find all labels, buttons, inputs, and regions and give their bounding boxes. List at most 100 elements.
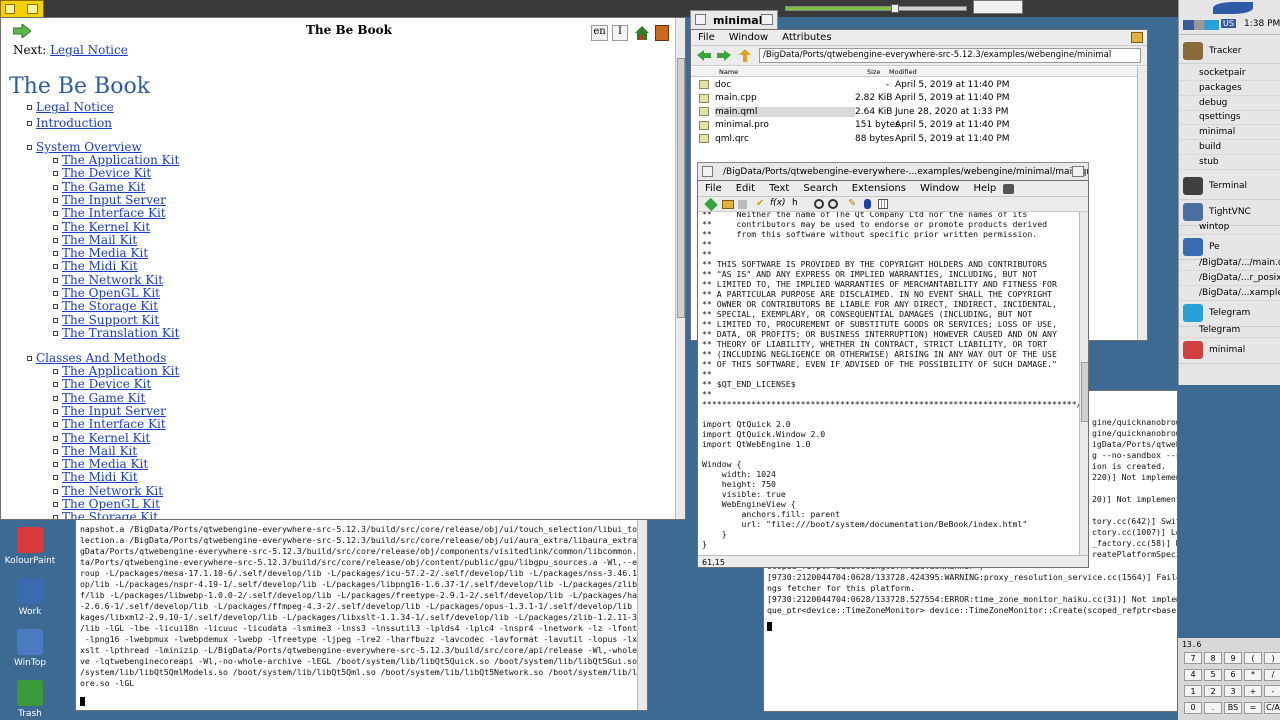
toc-classes-item[interactable]: The Mail Kit (62, 444, 137, 458)
pe-tab[interactable]: /BigData/Ports/qtwebengine-everywhere-..… (697, 162, 1089, 182)
pe-scrollbar[interactable] (1079, 212, 1088, 555)
bebook-scrollbar[interactable] (675, 18, 685, 519)
user-icon[interactable] (864, 199, 871, 209)
calc-key[interactable]: ( (1244, 652, 1262, 664)
toc-classes-item[interactable]: The Kernel Kit (62, 431, 150, 445)
menu-help[interactable]: Help (966, 183, 1003, 194)
toc-classes-item[interactable]: The Network Kit (62, 484, 163, 498)
calc-key[interactable]: = (1244, 701, 1262, 714)
toc-introduction[interactable]: Introduction (36, 116, 112, 130)
toc-system-overview-item[interactable]: The Support Kit (62, 313, 159, 327)
deskbar-window-item[interactable]: /BigData/...r_posix.cc (1179, 271, 1280, 287)
book-icon[interactable] (655, 25, 669, 41)
zoom-box[interactable] (761, 14, 773, 25)
calc-key[interactable]: 9 (1224, 652, 1242, 664)
calc-key[interactable]: 6 (1224, 668, 1242, 681)
toc-system-overview-item[interactable]: The Network Kit (62, 273, 163, 287)
menu-window[interactable]: Window (913, 183, 966, 194)
check-icon[interactable]: ✔ (756, 198, 764, 209)
col-size[interactable]: Size (867, 68, 880, 76)
function-icon[interactable]: f(x) (770, 198, 786, 208)
desktop-icon[interactable]: WinTop (0, 629, 60, 668)
toc-system-overview-item[interactable]: The Kernel Kit (62, 220, 150, 234)
deskbar-window-item[interactable]: build (1179, 140, 1280, 155)
forward-arrow-icon[interactable] (12, 22, 32, 40)
deskbar-window-item[interactable]: debug (1179, 96, 1280, 111)
toc-system-overview-item[interactable]: The Device Kit (62, 166, 151, 180)
toc-system-overview-item[interactable]: The Translation Kit (62, 326, 179, 340)
extensions-icon[interactable] (1003, 183, 1015, 194)
col-modified[interactable]: Modified (889, 68, 917, 76)
nav-icon[interactable] (704, 197, 718, 212)
calc-key[interactable]: - (1264, 685, 1280, 697)
deskbar-window-item[interactable]: stub (1179, 155, 1280, 170)
pe-editor[interactable]: ** Neither the name of The Qt Company Lt… (698, 212, 1080, 555)
lang-indicator[interactable]: US (1221, 19, 1236, 28)
toc-system-overview-item[interactable]: The Storage Kit (62, 299, 158, 313)
haiku-leaf-icon[interactable] (1213, 2, 1253, 14)
zoom-box[interactable] (1072, 166, 1084, 177)
calc-key[interactable]: . (1204, 701, 1222, 714)
calc-key[interactable]: ) (1264, 652, 1280, 664)
next-link[interactable]: Legal Notice (50, 43, 128, 57)
back-arrow-icon[interactable] (697, 50, 711, 64)
toc-classes-item[interactable]: The Interface Kit (62, 417, 166, 431)
file-row[interactable]: qml.qrc 88 bytes April 5, 2019 at 11:40 … (691, 132, 1137, 145)
toc-classes-item[interactable]: The Storage Kit (62, 510, 158, 519)
open-icon[interactable] (722, 200, 734, 209)
save-icon[interactable] (738, 200, 747, 209)
tracker-tab[interactable]: minimal (690, 10, 778, 30)
calc-key[interactable]: 4 (1184, 668, 1202, 681)
lang-button[interactable]: en (591, 25, 608, 41)
find-icon[interactable] (814, 199, 824, 209)
toc-system-overview-item[interactable]: The Interface Kit (62, 206, 166, 220)
forward-arrow-icon[interactable] (717, 50, 731, 64)
scroll-thumb[interactable] (1081, 362, 1088, 422)
menu-search[interactable]: Search (796, 183, 844, 194)
toc-classes-and-methods[interactable]: Classes And Methods (36, 351, 166, 365)
path-field[interactable]: /BigData/Ports/qtwebengine-everywhere-sr… (759, 48, 1141, 63)
desktop-icon[interactable]: Work (0, 578, 60, 617)
toc-classes-item[interactable]: The OpenGL Kit (62, 497, 160, 511)
menu-window[interactable]: Window (722, 32, 775, 43)
calc-key[interactable]: 5 (1204, 668, 1222, 681)
calc-key[interactable]: / (1264, 668, 1280, 681)
toc-classes-item[interactable]: The Device Kit (62, 377, 151, 391)
toc-system-overview-item[interactable]: The Mail Kit (62, 233, 137, 247)
menu-edit[interactable]: Edit (729, 183, 762, 194)
deskbar-window-item[interactable]: qsettings (1179, 110, 1280, 126)
scroll-thumb[interactable] (677, 58, 685, 318)
toc-system-overview-item[interactable]: The OpenGL Kit (62, 286, 160, 300)
deskbar-window-item[interactable]: /BigData/...xample.c (1179, 286, 1280, 301)
calc-key[interactable]: 1 (1184, 685, 1202, 697)
zoom-box[interactable] (27, 4, 38, 14)
close-box[interactable] (5, 4, 15, 14)
deskbar-window-item[interactable]: minimal (1179, 125, 1280, 141)
deskbar-app[interactable]: minimal (1179, 338, 1280, 364)
deskbar-window-item[interactable]: wintop (1179, 220, 1280, 235)
file-row[interactable]: main.cpp 2.82 KiB April 5, 2019 at 11:40… (691, 92, 1137, 105)
menu-file[interactable]: File (691, 32, 722, 43)
workspaces-applet[interactable] (973, 0, 1023, 14)
file-row[interactable]: minimal.pro 151 bytes April 5, 2019 at 1… (691, 119, 1137, 132)
deskbar-window-item[interactable]: Telegram (1179, 323, 1280, 338)
close-box[interactable] (695, 14, 706, 25)
tracker-scrollbar[interactable] (1137, 67, 1147, 340)
toc-system-overview[interactable]: System Overview (36, 140, 142, 154)
volume-slider[interactable] (785, 4, 967, 13)
toc-classes-item[interactable]: The Input Server (62, 404, 166, 418)
header-icon[interactable]: h (792, 198, 798, 208)
col-name[interactable]: Name (719, 68, 738, 76)
window-tab-bebook[interactable] (0, 0, 44, 18)
up-arrow-icon[interactable] (739, 49, 751, 65)
desktop-icon[interactable]: KolourPaint (0, 527, 60, 566)
menu-attributes[interactable]: Attributes (775, 32, 838, 43)
file-row[interactable]: main.qml 2.64 KiB June 28, 2020 at 1:33 … (691, 105, 1137, 118)
tray-icons[interactable] (1183, 20, 1219, 30)
pencil-icon[interactable]: ✎ (848, 198, 856, 209)
calc-key[interactable]: + (1244, 685, 1262, 697)
toc-system-overview-item[interactable]: The Input Server (62, 193, 166, 207)
menu-file[interactable]: File (698, 183, 729, 194)
tracker-menu-icon[interactable] (1131, 32, 1143, 43)
toc-system-overview-item[interactable]: The Game Kit (62, 180, 145, 194)
